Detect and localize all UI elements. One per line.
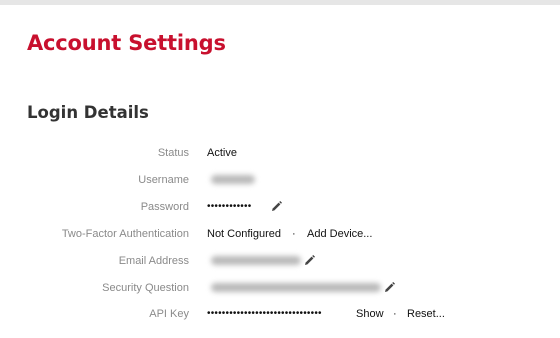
username-label: Username	[138, 174, 189, 186]
row-email: Email Address	[0, 251, 560, 271]
page-title: Account Settings	[27, 31, 226, 55]
api-key-value: •••••••••••••••••••••••••••••••	[207, 308, 322, 319]
top-bar	[0, 0, 560, 5]
two-factor-value: Not Configured	[207, 228, 281, 240]
email-label: Email Address	[118, 255, 189, 267]
add-device-link[interactable]: Add Device...	[307, 224, 372, 244]
separator-dot: ·	[393, 308, 397, 320]
row-two-factor: Two-Factor Authentication Not Configured…	[0, 224, 560, 244]
api-key-label: API Key	[149, 308, 189, 320]
username-value-redacted	[211, 175, 255, 184]
row-password: Password ••••••••••••	[0, 197, 560, 217]
row-username: Username	[0, 170, 560, 190]
reset-api-key-link[interactable]: Reset...	[407, 304, 445, 324]
two-factor-label: Two-Factor Authentication	[61, 228, 189, 240]
status-value: Active	[207, 147, 237, 159]
row-status: Status Active	[0, 143, 560, 163]
password-label: Password	[140, 201, 189, 213]
pencil-icon[interactable]	[383, 281, 396, 294]
email-value-redacted	[211, 256, 301, 265]
pencil-icon[interactable]	[270, 200, 283, 213]
security-question-label: Security Question	[102, 282, 189, 294]
status-label: Status	[157, 147, 189, 159]
pencil-icon[interactable]	[303, 254, 316, 267]
row-api-key: API Key ••••••••••••••••••••••••••••••• …	[0, 304, 560, 324]
section-title-login-details: Login Details	[27, 103, 149, 122]
show-api-key-link[interactable]: Show	[356, 304, 384, 324]
password-value: ••••••••••••	[207, 201, 252, 212]
separator-dot: ·	[292, 228, 296, 240]
security-question-value-redacted	[211, 283, 381, 292]
row-security-question: Security Question	[0, 278, 560, 298]
